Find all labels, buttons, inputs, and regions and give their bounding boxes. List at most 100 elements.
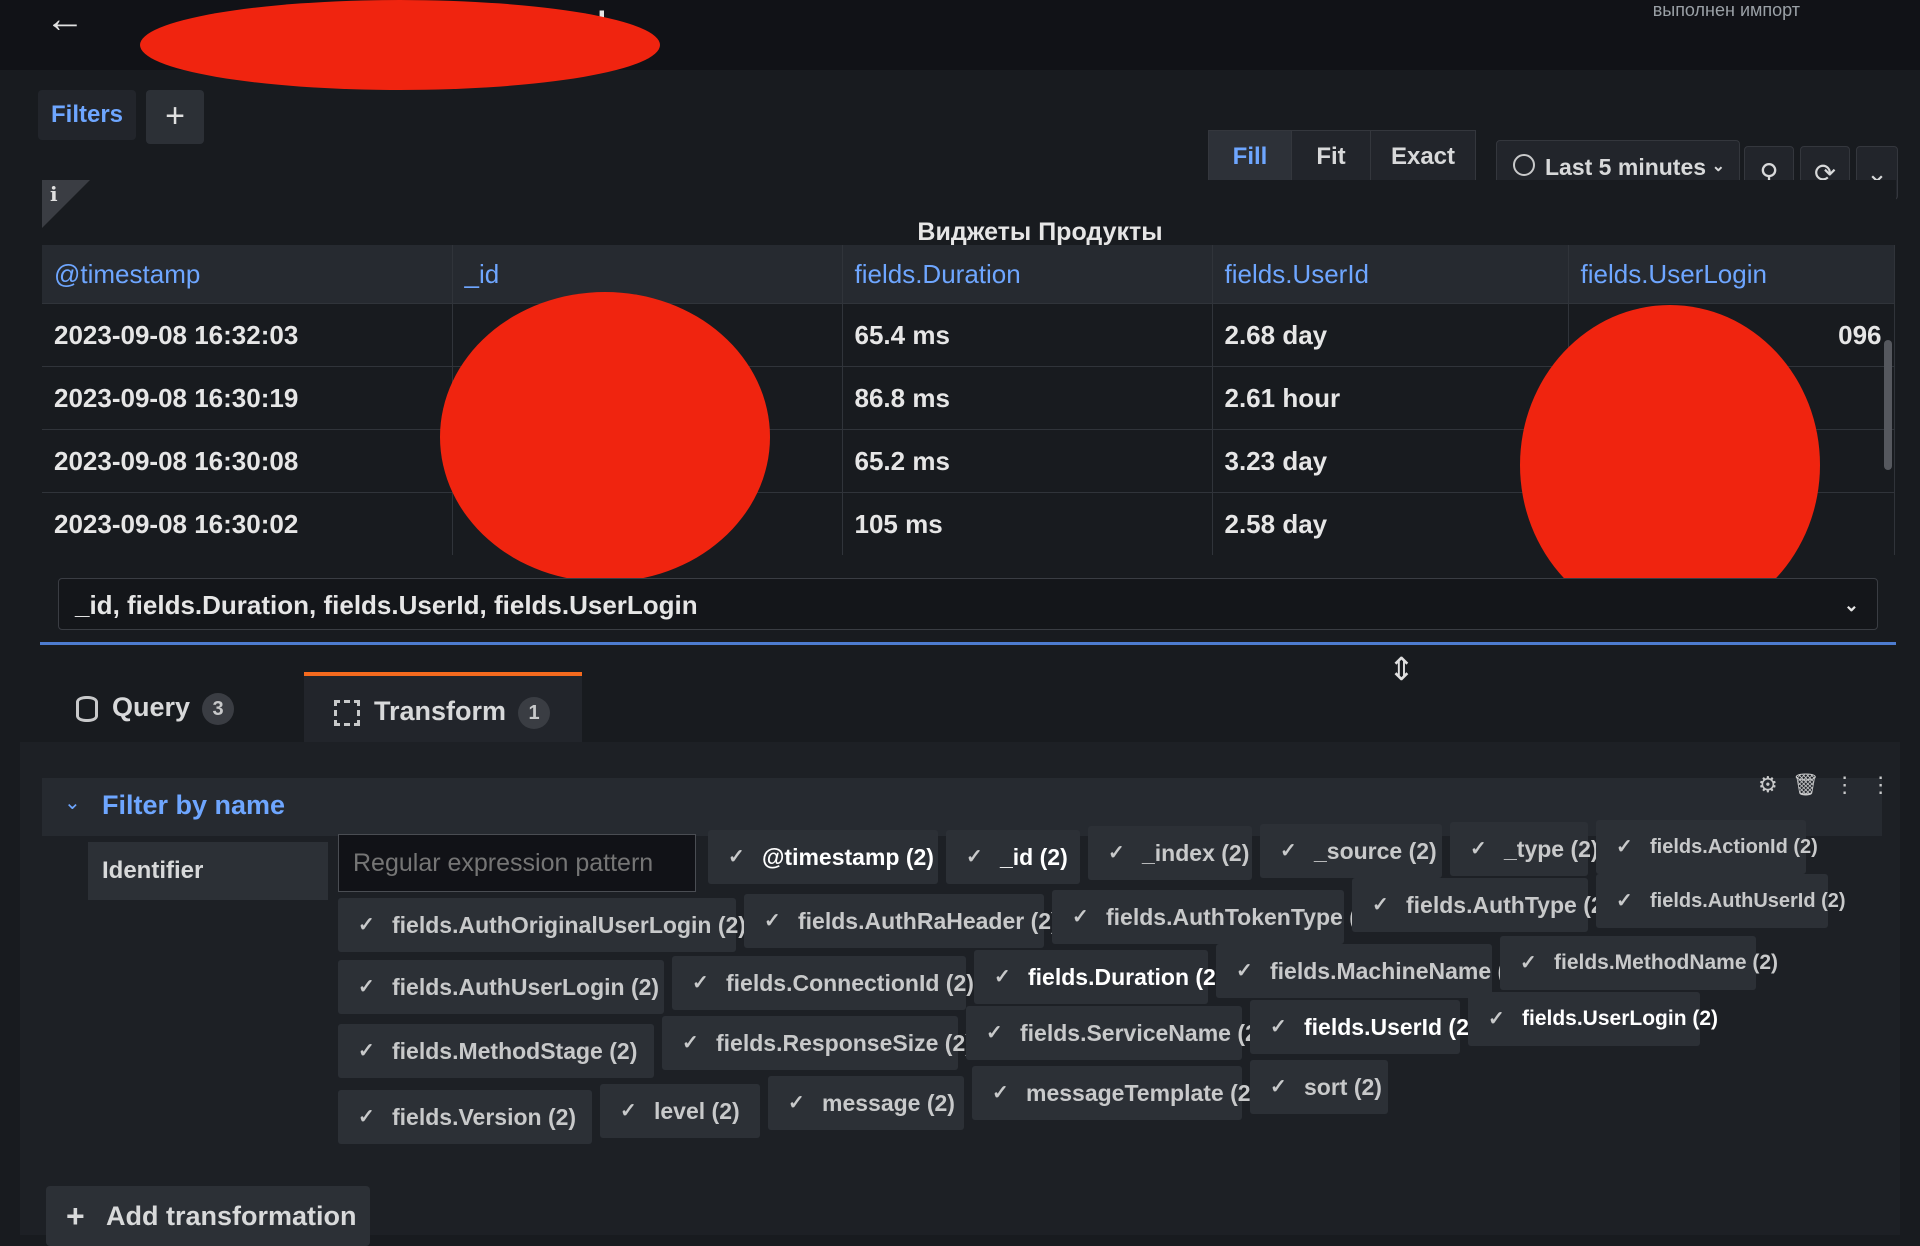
field-chip[interactable]: ✓ messageTemplate (2) [972,1066,1258,1120]
column-select[interactable]: _id, fields.Duration, fields.UserId, fie… [58,578,1878,630]
redaction-scribble [140,0,660,90]
field-chip[interactable]: ✓ fields.UserLogin (2) [1468,992,1718,1046]
check-icon: ✓ [1236,960,1253,982]
tab-query-badge: 3 [202,692,235,725]
field-chip[interactable]: ✓ fields.MethodStage (2) [338,1024,654,1078]
column-header[interactable]: @timestamp [42,245,453,304]
drag-handle-icon[interactable]: ⋮⋮ [1834,772,1906,797]
cell-timestamp: 2023-09-08 16:30:02 [42,492,453,555]
plus-icon: + [66,1198,85,1234]
resize-handle-icon[interactable]: ⇕ [1388,650,1415,688]
cell-userid: 3.23 day [1212,429,1569,493]
column-header[interactable]: fields.UserId [1212,245,1569,304]
table-header-row: @timestamp _id fields.Duration fields.Us… [42,245,1895,304]
pane-divider[interactable] [40,642,1896,645]
cell-userid: 2.58 day [1212,492,1569,555]
add-transformation-label: Add transformation [106,1201,357,1231]
check-icon: ✓ [1270,1016,1287,1038]
field-chip[interactable]: ✓ fields.ConnectionId (2) [672,956,974,1010]
cell-timestamp: 2023-09-08 16:32:03 [42,303,453,367]
filters-button[interactable]: Filters [38,90,136,140]
tab-query-label: Query [112,692,191,722]
check-icon: ✓ [1072,906,1089,928]
cell-duration: 86.8 ms [842,366,1213,430]
check-icon: ✓ [358,914,375,936]
check-icon: ✓ [1270,1076,1287,1098]
check-icon: ✓ [966,846,983,868]
field-chip[interactable]: ✓ fields.UserId (2) [1250,1000,1477,1054]
clock-icon [1513,154,1535,176]
cell-duration: 65.2 ms [842,429,1213,493]
check-icon: ✓ [788,1092,805,1114]
field-chip[interactable]: ✓ _source (2) [1260,824,1442,878]
database-icon [76,695,98,722]
transform-tools: ⚙🗑⋮⋮ [1758,772,1906,798]
table-scrollbar[interactable] [1884,340,1892,470]
chevron-down-icon[interactable]: ⌄ [64,790,81,815]
field-chip[interactable]: ✓ fields.AuthTokenType (2) [1052,890,1377,944]
field-chip[interactable]: ✓ fields.ActionId (2) [1596,820,1818,874]
plus-icon: + [165,97,185,135]
tab-query[interactable]: Query 3 [60,672,290,742]
cell-userid: 2.61 hour [1212,366,1569,430]
check-icon: ✓ [994,966,1011,988]
field-chip[interactable]: ✓ fields.AuthRaHeader (2) [744,894,1059,948]
redaction-scribble [1520,305,1820,625]
transform-icon [334,699,360,726]
check-icon: ✓ [358,976,375,998]
check-icon: ✓ [358,1106,375,1128]
field-chip[interactable]: ✓ level (2) [600,1084,760,1138]
check-icon: ✓ [358,1040,375,1062]
trash-icon[interactable]: 🗑 [1792,772,1834,797]
field-chip[interactable]: ✓ fields.AuthUserId (2) [1596,874,1846,928]
field-chip[interactable]: ✓ _index (2) [1088,826,1252,880]
view-fill-button[interactable]: Fill [1208,130,1292,184]
notification-text: выполнен импорт [1652,0,1800,20]
check-icon: ✓ [1280,840,1297,862]
info-icon: i [50,182,58,206]
view-exact-button[interactable]: Exact [1370,130,1476,184]
field-chip[interactable]: ✓ fields.Version (2) [338,1090,592,1144]
column-header[interactable]: fields.Duration [842,245,1213,304]
view-fit-button[interactable]: Fit [1291,130,1371,184]
check-icon: ✓ [986,1022,1003,1044]
add-transformation-button[interactable]: + Add transformation [46,1186,370,1246]
field-chip[interactable]: ✓ fields.ResponseSize (2) [662,1016,973,1070]
regex-input[interactable] [338,834,696,892]
check-icon: ✓ [1616,836,1633,858]
debug-icon[interactable]: ⚙ [1758,772,1792,797]
field-chip[interactable]: ✓ fields.AuthUserLogin (2) [338,960,664,1014]
check-icon: ✓ [1520,952,1537,974]
field-chip[interactable]: ✓ fields.AuthType (2) [1352,878,1611,932]
field-chip[interactable]: ✓ fields.ServiceName (2) [966,1006,1265,1060]
check-icon: ✓ [1470,838,1487,860]
check-icon: ✓ [1616,890,1633,912]
check-icon: ✓ [1372,894,1389,916]
field-chip[interactable]: ✓ _id (2) [946,830,1080,884]
cell-duration: 105 ms [842,492,1213,555]
back-arrow-icon[interactable]: ← [45,0,93,42]
column-select-value: _id, fields.Duration, fields.UserId, fie… [75,590,698,620]
field-chip[interactable]: ✓ @timestamp (2) [708,830,938,884]
field-chip[interactable]: ✓ message (2) [768,1076,964,1130]
add-filter-button[interactable]: + [146,90,204,144]
field-chip[interactable]: ✓ _type (2) [1450,822,1599,876]
field-chip[interactable]: ✓ fields.MethodName (2) [1500,936,1778,990]
field-chip[interactable]: ✓ sort (2) [1250,1060,1388,1114]
field-chip[interactable]: ✓ fields.MachineName (2) [1216,944,1526,998]
tab-transform[interactable]: Transform 1 [304,672,582,742]
check-icon: ✓ [764,910,781,932]
check-icon: ✓ [682,1032,699,1054]
tab-transform-badge: 1 [518,696,551,729]
panel-title: Виджеты Продукты [917,218,1163,246]
field-chip[interactable]: ✓ fields.Duration (2) [974,950,1224,1004]
check-icon: ✓ [1488,1008,1505,1030]
redaction-scribble [440,292,770,582]
column-header[interactable]: fields.UserLogin [1568,245,1895,304]
cell-timestamp: 2023-09-08 16:30:19 [42,366,453,430]
check-icon: ✓ [692,972,709,994]
column-header[interactable]: _id [452,245,843,304]
field-chip[interactable]: ✓ fields.AuthOriginalUserLogin (2) [338,898,746,952]
tab-transform-label: Transform [374,696,507,726]
cell-timestamp: 2023-09-08 16:30:08 [42,429,453,493]
